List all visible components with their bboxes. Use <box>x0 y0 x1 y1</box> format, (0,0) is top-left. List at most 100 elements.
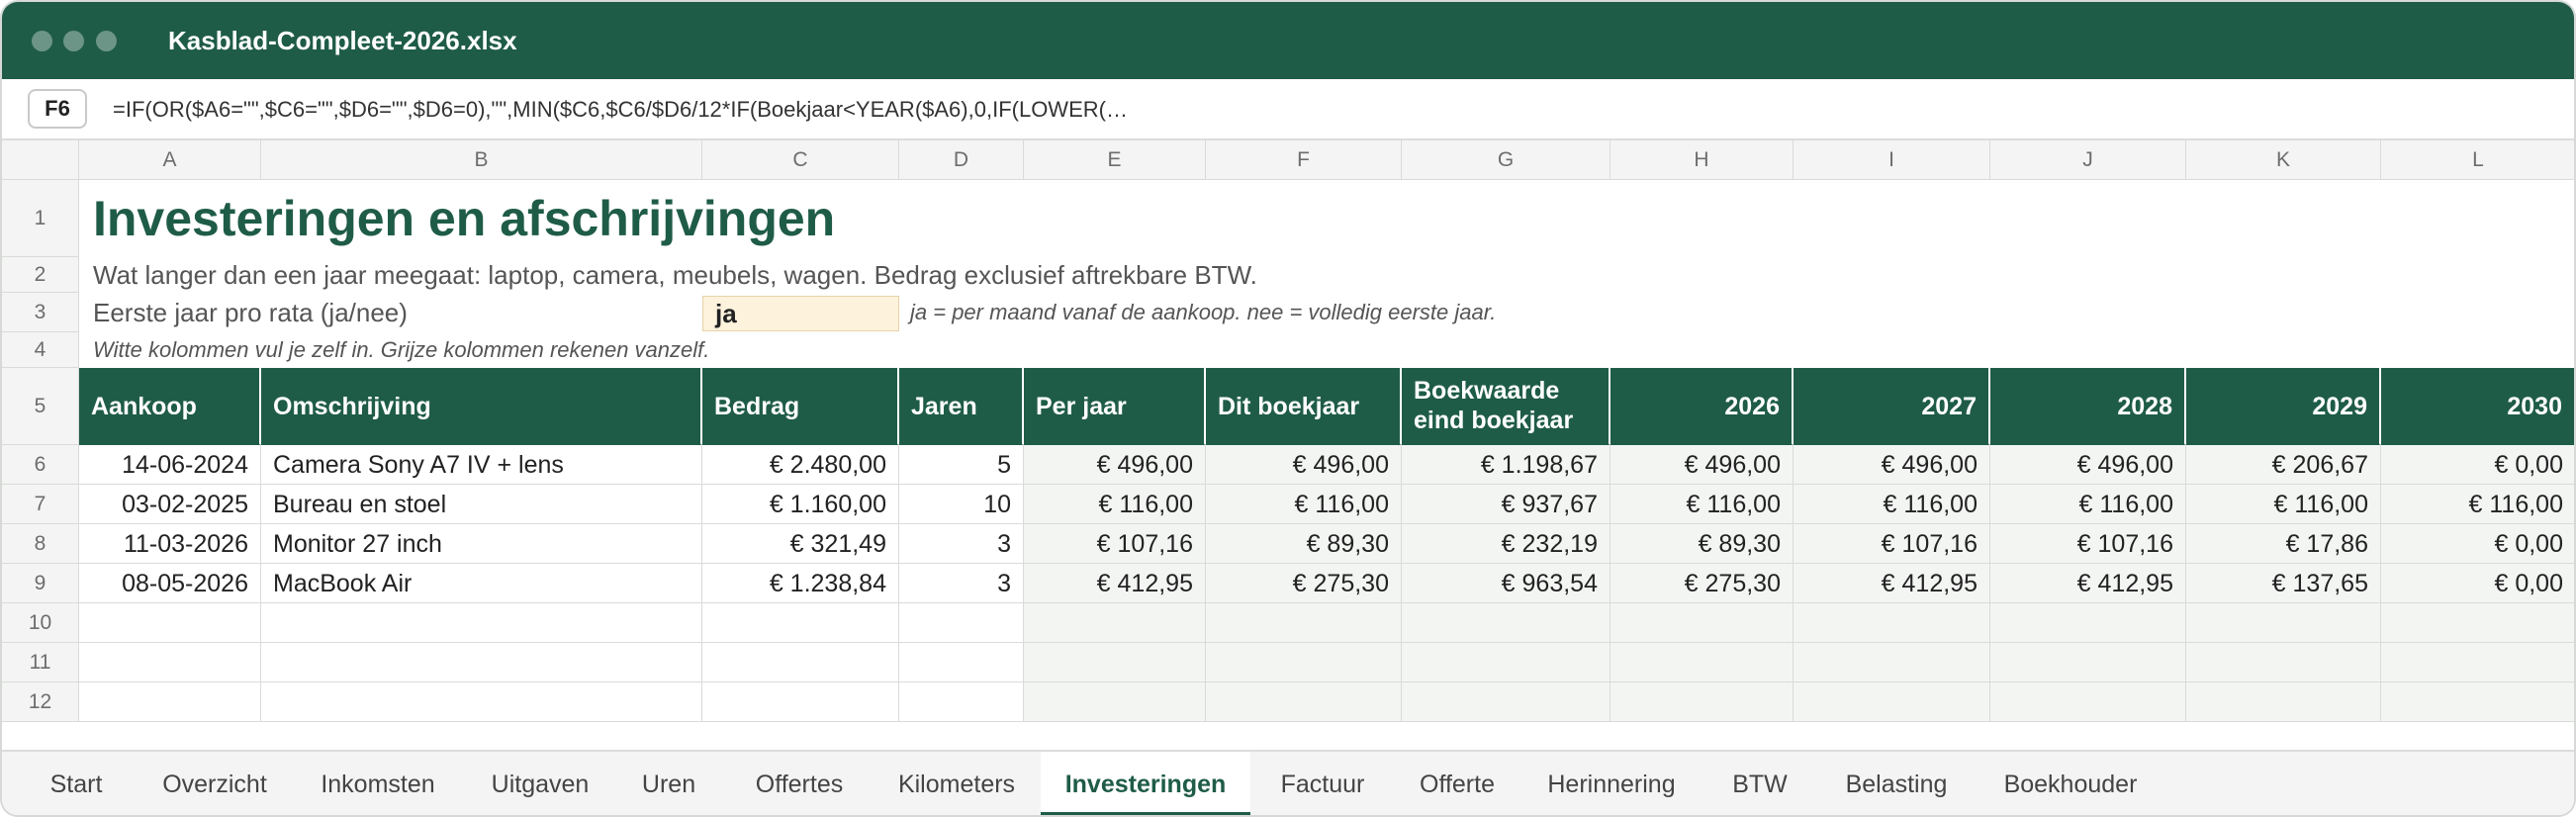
cell-jaren[interactable]: 5 <box>899 445 1024 485</box>
table-header-boekwaarde[interactable]: Boekwaarde eind boekjaar <box>1402 368 1610 445</box>
table-header-y2028[interactable]: 2028 <box>1990 368 2186 445</box>
cell-per-jaar[interactable] <box>1024 603 1206 643</box>
cell-2029[interactable]: € 116,00 <box>2186 485 2381 524</box>
formula-input[interactable]: =IF(OR($A6="",$C6="",$D6="",$D6=0),"",MI… <box>113 79 1128 140</box>
row-header-8[interactable]: 8 <box>2 524 79 564</box>
column-header-f[interactable]: F <box>1206 140 1402 180</box>
cell-2027[interactable]: € 116,00 <box>1794 485 1990 524</box>
cell-bedrag[interactable] <box>702 603 899 643</box>
column-header-h[interactable]: H <box>1610 140 1794 180</box>
cell-2030[interactable]: € 0,00 <box>2381 564 2574 603</box>
sheet-tab-herinnering[interactable]: Herinnering <box>1531 752 1692 815</box>
cell-2028[interactable] <box>1990 643 2186 682</box>
cell-2029[interactable] <box>2186 603 2381 643</box>
cell-boekwaarde[interactable]: € 937,67 <box>1402 485 1610 524</box>
cell-dit-boekjaar[interactable]: € 275,30 <box>1206 564 1402 603</box>
cell-2028[interactable]: € 412,95 <box>1990 564 2186 603</box>
sheet-tab-uren[interactable]: Uren <box>623 752 714 815</box>
cell-per-jaar[interactable]: € 107,16 <box>1024 524 1206 564</box>
cell-jaren[interactable] <box>899 643 1024 682</box>
cell-aankoop[interactable] <box>79 603 261 643</box>
cell-2026[interactable] <box>1610 643 1794 682</box>
cell-2029[interactable]: € 206,67 <box>2186 445 2381 485</box>
row-header-2[interactable]: 2 <box>2 257 79 293</box>
table-header-aankoop[interactable]: Aankoop <box>79 368 261 445</box>
cell-boekwaarde[interactable]: € 963,54 <box>1402 564 1610 603</box>
cell-per-jaar[interactable]: € 412,95 <box>1024 564 1206 603</box>
column-header-d[interactable]: D <box>899 140 1024 180</box>
sheet-tab-uitgaven[interactable]: Uitgaven <box>467 752 613 815</box>
cell-2028[interactable]: € 116,00 <box>1990 485 2186 524</box>
cell-2026[interactable] <box>1610 682 1794 722</box>
sheet-tab-boekhouder[interactable]: Boekhouder <box>1984 752 2157 815</box>
zoom-window-button[interactable] <box>96 31 117 51</box>
cell-dit-boekjaar[interactable]: € 496,00 <box>1206 445 1402 485</box>
table-header-bedrag[interactable]: Bedrag <box>702 368 899 445</box>
prorata-input-cell[interactable]: ja <box>702 296 899 331</box>
cell-reference-box[interactable]: F6 <box>28 89 87 129</box>
column-header-c[interactable]: C <box>702 140 899 180</box>
cell-2026[interactable]: € 496,00 <box>1610 445 1794 485</box>
minimize-window-button[interactable] <box>63 31 84 51</box>
cell-bedrag[interactable] <box>702 682 899 722</box>
cell-boekwaarde[interactable]: € 232,19 <box>1402 524 1610 564</box>
cell-2029[interactable]: € 17,86 <box>2186 524 2381 564</box>
table-header-y2026[interactable]: 2026 <box>1610 368 1794 445</box>
cell-2027[interactable]: € 107,16 <box>1794 524 1990 564</box>
cell-bedrag[interactable]: € 2.480,00 <box>702 445 899 485</box>
column-header-l[interactable]: L <box>2381 140 2574 180</box>
cell-boekwaarde[interactable] <box>1402 682 1610 722</box>
column-header-b[interactable]: B <box>261 140 702 180</box>
cell-boekwaarde[interactable]: € 1.198,67 <box>1402 445 1610 485</box>
cell-2027[interactable] <box>1794 603 1990 643</box>
row-header-11[interactable]: 11 <box>2 643 79 682</box>
cell-boekwaarde[interactable] <box>1402 603 1610 643</box>
sheet-tab-start[interactable]: Start <box>32 752 121 815</box>
cell-bedrag[interactable] <box>702 643 899 682</box>
cell-2026[interactable]: € 89,30 <box>1610 524 1794 564</box>
table-header-per-jaar[interactable]: Per jaar <box>1024 368 1206 445</box>
table-header-dit-boekjaar[interactable]: Dit boekjaar <box>1206 368 1402 445</box>
cell-aankoop[interactable] <box>79 682 261 722</box>
cell-2026[interactable]: € 275,30 <box>1610 564 1794 603</box>
cell-omschrijving[interactable] <box>261 603 702 643</box>
cell-omschrijving[interactable]: Camera Sony A7 IV + lens <box>261 445 702 485</box>
cell-2028[interactable] <box>1990 682 2186 722</box>
cell-2030[interactable] <box>2381 643 2574 682</box>
cell-aankoop[interactable]: 08-05-2026 <box>79 564 261 603</box>
cell-2029[interactable] <box>2186 682 2381 722</box>
cell-per-jaar[interactable] <box>1024 682 1206 722</box>
cell-2030[interactable]: € 116,00 <box>2381 485 2574 524</box>
row-header-9[interactable]: 9 <box>2 564 79 603</box>
sheet-tab-kilometers[interactable]: Kilometers <box>882 752 1031 815</box>
cell-jaren[interactable]: 10 <box>899 485 1024 524</box>
cell-jaren[interactable]: 3 <box>899 524 1024 564</box>
cell-2030[interactable] <box>2381 603 2574 643</box>
row-header-4[interactable]: 4 <box>2 332 79 368</box>
cell-omschrijving[interactable]: Monitor 27 inch <box>261 524 702 564</box>
row-header-1[interactable]: 1 <box>2 180 79 257</box>
cell-dit-boekjaar[interactable]: € 89,30 <box>1206 524 1402 564</box>
cell-per-jaar[interactable]: € 116,00 <box>1024 485 1206 524</box>
column-header-g[interactable]: G <box>1402 140 1610 180</box>
select-all-corner[interactable] <box>2 140 79 180</box>
table-header-y2027[interactable]: 2027 <box>1794 368 1990 445</box>
table-header-jaren[interactable]: Jaren <box>899 368 1024 445</box>
row-header-7[interactable]: 7 <box>2 485 79 524</box>
column-header-e[interactable]: E <box>1024 140 1206 180</box>
cell-omschrijving[interactable] <box>261 643 702 682</box>
table-header-y2030[interactable]: 2030 <box>2381 368 2574 445</box>
column-header-a[interactable]: A <box>79 140 261 180</box>
cell-2028[interactable]: € 107,16 <box>1990 524 2186 564</box>
cell-omschrijving[interactable]: MacBook Air <box>261 564 702 603</box>
row-header-6[interactable]: 6 <box>2 445 79 485</box>
cell-omschrijving[interactable] <box>261 682 702 722</box>
cell-2027[interactable]: € 496,00 <box>1794 445 1990 485</box>
cell-omschrijving[interactable]: Bureau en stoel <box>261 485 702 524</box>
cell-2027[interactable]: € 412,95 <box>1794 564 1990 603</box>
cell-dit-boekjaar[interactable] <box>1206 682 1402 722</box>
cell-dit-boekjaar[interactable]: € 116,00 <box>1206 485 1402 524</box>
cell-aankoop[interactable]: 14-06-2024 <box>79 445 261 485</box>
cell-2029[interactable] <box>2186 643 2381 682</box>
cell-2027[interactable] <box>1794 643 1990 682</box>
